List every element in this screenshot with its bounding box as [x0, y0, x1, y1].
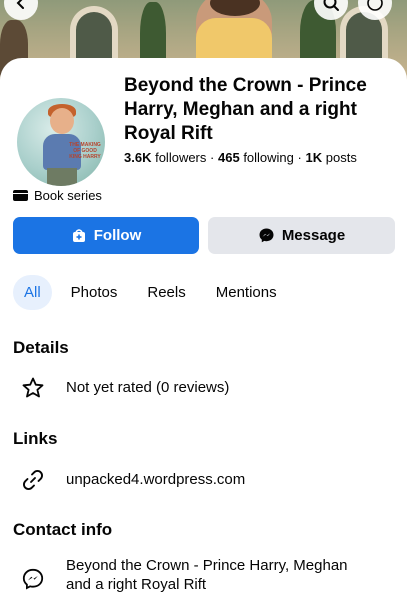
- messenger-contact-line2: and a right Royal Rift: [66, 576, 207, 593]
- rating-row[interactable]: Not yet rated (0 reviews): [20, 375, 229, 401]
- follow-button[interactable]: Follow: [13, 217, 199, 254]
- profile-avatar[interactable]: THE MAKING OF GOOD KING HARRY: [13, 94, 109, 190]
- stats-separator: ·: [297, 150, 302, 165]
- stats-separator: ·: [210, 150, 215, 165]
- rating-text: Not yet rated (0 reviews): [66, 379, 230, 396]
- details-heading: Details: [13, 338, 69, 357]
- messenger-contact-row[interactable]: Beyond the Crown - Prince Harry, Meghan …: [20, 556, 348, 593]
- profile-card: THE MAKING OF GOOD KING HARRY Beyond the…: [0, 58, 407, 600]
- page-title: Beyond the Crown - Prince Harry, Meghan …: [124, 75, 367, 144]
- following-label[interactable]: following: [243, 150, 294, 165]
- messenger-contact-line1: Beyond the Crown - Prince Harry, Meghan: [66, 557, 348, 574]
- avatar-book-title: THE MAKING OF GOOD KING HARRY: [69, 142, 101, 160]
- tab-reels[interactable]: Reels: [136, 275, 196, 310]
- messenger-icon: [259, 228, 274, 243]
- followers-label[interactable]: followers: [155, 150, 206, 165]
- message-label: Message: [281, 227, 346, 244]
- profile-tabs: All Photos Reels Mentions: [13, 275, 288, 310]
- category-label: Book series: [34, 188, 102, 203]
- tab-photos[interactable]: Photos: [60, 275, 129, 310]
- star-icon: [20, 375, 46, 401]
- search-icon: [323, 0, 339, 11]
- back-button[interactable]: [4, 0, 38, 20]
- page-stats: 3.6K followers · 465 following · 1K post…: [124, 150, 357, 165]
- chevron-left-icon: [16, 0, 24, 9]
- tab-all[interactable]: All: [13, 275, 52, 310]
- followers-count[interactable]: 3.6K: [124, 150, 151, 165]
- tab-mentions[interactable]: Mentions: [205, 275, 288, 310]
- contact-heading: Contact info: [13, 520, 113, 539]
- avatar-head: [50, 108, 74, 134]
- more-icon: [367, 0, 383, 11]
- website-link[interactable]: unpacked4.wordpress.com: [66, 470, 245, 489]
- following-count[interactable]: 465: [218, 150, 240, 165]
- links-heading: Links: [13, 429, 58, 448]
- website-row[interactable]: unpacked4.wordpress.com: [20, 467, 245, 493]
- follow-label: Follow: [93, 227, 142, 244]
- posts-count[interactable]: 1K: [306, 150, 323, 165]
- messenger-icon: [20, 566, 46, 592]
- link-icon: [20, 467, 46, 493]
- avatar-legs: [47, 168, 77, 186]
- message-button[interactable]: Message: [208, 217, 395, 254]
- page-category: Book series: [13, 188, 102, 203]
- clapperboard-icon: [13, 190, 28, 201]
- posts-label[interactable]: posts: [326, 150, 357, 165]
- follow-plus-icon: [72, 228, 85, 242]
